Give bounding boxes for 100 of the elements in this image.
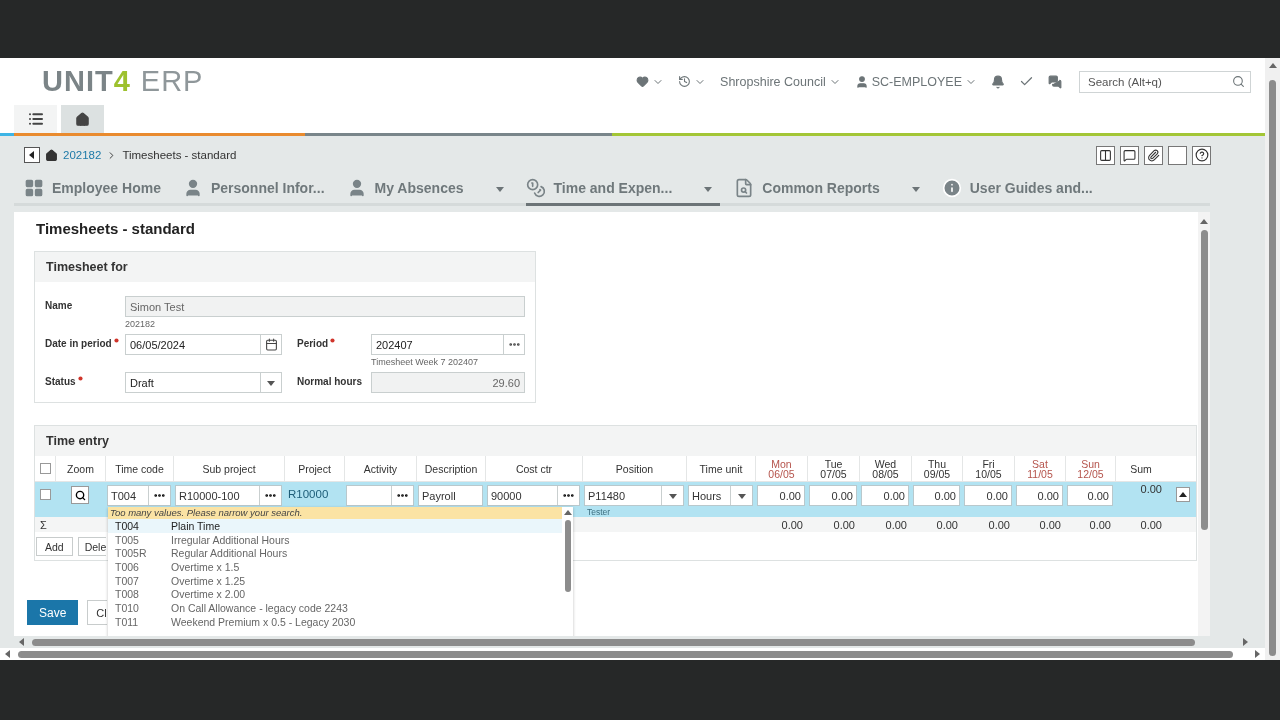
column-header: Activity xyxy=(344,456,416,481)
app-tab[interactable] xyxy=(61,105,104,133)
dropdown-caret-icon xyxy=(704,184,713,193)
caret-icon xyxy=(1179,490,1187,499)
paperclip-icon xyxy=(1147,148,1160,162)
chat-icon xyxy=(1048,74,1062,89)
position-select[interactable]: P11480 xyxy=(584,485,684,506)
description-field[interactable]: Payroll xyxy=(418,485,483,506)
home-icon xyxy=(75,111,90,127)
scrollbar[interactable] xyxy=(0,648,1265,660)
grid-icon xyxy=(24,177,44,198)
total-cell-text: 0.00 xyxy=(780,518,804,531)
total-cell-text: 0.00 xyxy=(1088,518,1112,531)
heart-icon xyxy=(636,75,650,88)
user-menu[interactable]: SC-EMPLOYEE xyxy=(851,74,980,89)
checkbox[interactable] xyxy=(39,489,51,500)
app-tab[interactable] xyxy=(14,105,57,133)
required-icon xyxy=(113,338,119,343)
total-cell-text: 0.00 xyxy=(987,518,1011,531)
collapse-button[interactable] xyxy=(1176,487,1190,502)
hours-field[interactable]: 0.00 xyxy=(757,485,805,506)
nav-tab[interactable]: Employee Home xyxy=(24,172,169,206)
list-icon xyxy=(27,111,44,127)
total-cell-text: 0.00 xyxy=(1038,518,1062,531)
attachment-button[interactable] xyxy=(1144,145,1163,165)
column-header: Sum xyxy=(1115,456,1166,481)
column-header: Project xyxy=(284,456,344,481)
report-search-icon xyxy=(734,177,755,198)
lookup-field[interactable]: T004 xyxy=(107,485,171,506)
lookup-message: Too many values. Please narrow your search. xyxy=(108,507,562,519)
column-header: Cost ctr xyxy=(485,456,582,481)
caret-icon xyxy=(1268,62,1277,70)
dropdown-caret-icon xyxy=(495,184,504,193)
search-icon xyxy=(1232,74,1245,88)
logo: UNIT4 ERP xyxy=(42,65,204,98)
breadcrumb-link[interactable]: 202182 xyxy=(63,149,102,161)
hours-field[interactable]: 0.00 xyxy=(861,485,909,506)
column-header: Time code xyxy=(105,456,173,481)
column-header: Thu 09/05 xyxy=(911,456,962,481)
hours-field[interactable]: 0.00 xyxy=(1016,485,1063,506)
time-unit-select[interactable]: Hours xyxy=(688,485,753,506)
help-button[interactable] xyxy=(1192,145,1211,165)
section-title: Time entry xyxy=(46,434,109,448)
hours-field[interactable]: 0.00 xyxy=(964,485,1012,506)
total-cell-text: 0.00 xyxy=(832,518,856,531)
columns-icon xyxy=(1099,148,1112,162)
footer-button[interactable]: Save xyxy=(27,600,79,625)
table-cell-text: R10000 xyxy=(287,487,330,500)
hours-field[interactable]: 0.00 xyxy=(809,485,857,506)
coins-icon xyxy=(525,177,546,198)
comment-button[interactable] xyxy=(1120,145,1139,165)
name-field[interactable]: Simon Test xyxy=(125,296,525,317)
column-header: Sat 11/05 xyxy=(1014,456,1065,481)
caret-icon xyxy=(28,151,36,159)
status-select[interactable]: Draft xyxy=(125,372,282,393)
nav-tab[interactable]: Time and Expen... xyxy=(525,172,721,206)
scrollbar[interactable] xyxy=(1265,58,1280,660)
field-note: Timesheet Week 7 202407 xyxy=(371,357,480,369)
split-view-button[interactable] xyxy=(1096,145,1115,165)
home-icon xyxy=(45,148,58,162)
calendar-icon xyxy=(264,338,278,351)
person-icon xyxy=(854,74,869,89)
field-label: Status xyxy=(45,372,125,387)
period-field[interactable]: 202407 xyxy=(371,334,525,355)
lookup-field[interactable]: R10000-100 xyxy=(175,485,282,506)
column-header: Time unit xyxy=(686,456,755,481)
hours-field[interactable]: 0.00 xyxy=(913,485,960,506)
search-field[interactable]: Search (Alt+q) xyxy=(1079,70,1251,93)
date-field[interactable]: 06/05/2024 xyxy=(125,334,282,355)
checkbox[interactable] xyxy=(39,463,51,474)
nav-tab[interactable]: Personnel Infor... xyxy=(182,172,333,206)
lookup-field[interactable]: 90000 xyxy=(487,485,580,506)
nav-tab[interactable]: Common Reports xyxy=(734,172,928,206)
lookup-item[interactable]: T004 Plain Time xyxy=(108,519,562,533)
breadcrumb-current: Timesheets - standard xyxy=(122,149,237,161)
company-menu[interactable]: Shropshire Council xyxy=(717,74,844,89)
field-label: Normal hours xyxy=(297,375,363,387)
scrollbar[interactable] xyxy=(562,507,573,636)
hours-field[interactable]: 0.00 xyxy=(1067,485,1113,506)
back-button[interactable] xyxy=(24,147,40,163)
column-header: Position xyxy=(582,456,686,481)
lookup-field[interactable] xyxy=(346,485,414,506)
comment-icon xyxy=(1123,148,1136,162)
nav-tab[interactable]: My Absences xyxy=(346,172,512,206)
column-header: Zoom xyxy=(55,456,105,481)
history-icon xyxy=(678,75,692,88)
column-header: Sub project xyxy=(173,456,284,481)
nav-tab[interactable]: User Guides and... xyxy=(941,172,1101,206)
footer-button[interactable]: Cl xyxy=(87,600,107,625)
field-label: Date in period xyxy=(45,334,125,349)
caret-icon xyxy=(668,491,677,500)
table-button[interactable]: Dele xyxy=(77,537,107,556)
zoom-button[interactable] xyxy=(71,486,89,504)
required-icon xyxy=(330,338,336,343)
scrollbar[interactable] xyxy=(1198,212,1210,636)
bell-icon xyxy=(991,74,1005,89)
blank-button[interactable] xyxy=(1168,145,1187,165)
table-button[interactable]: Add xyxy=(36,537,73,556)
column-header: Tue 07/05 xyxy=(807,456,859,481)
total-cell-text: 0.00 xyxy=(1139,518,1163,531)
